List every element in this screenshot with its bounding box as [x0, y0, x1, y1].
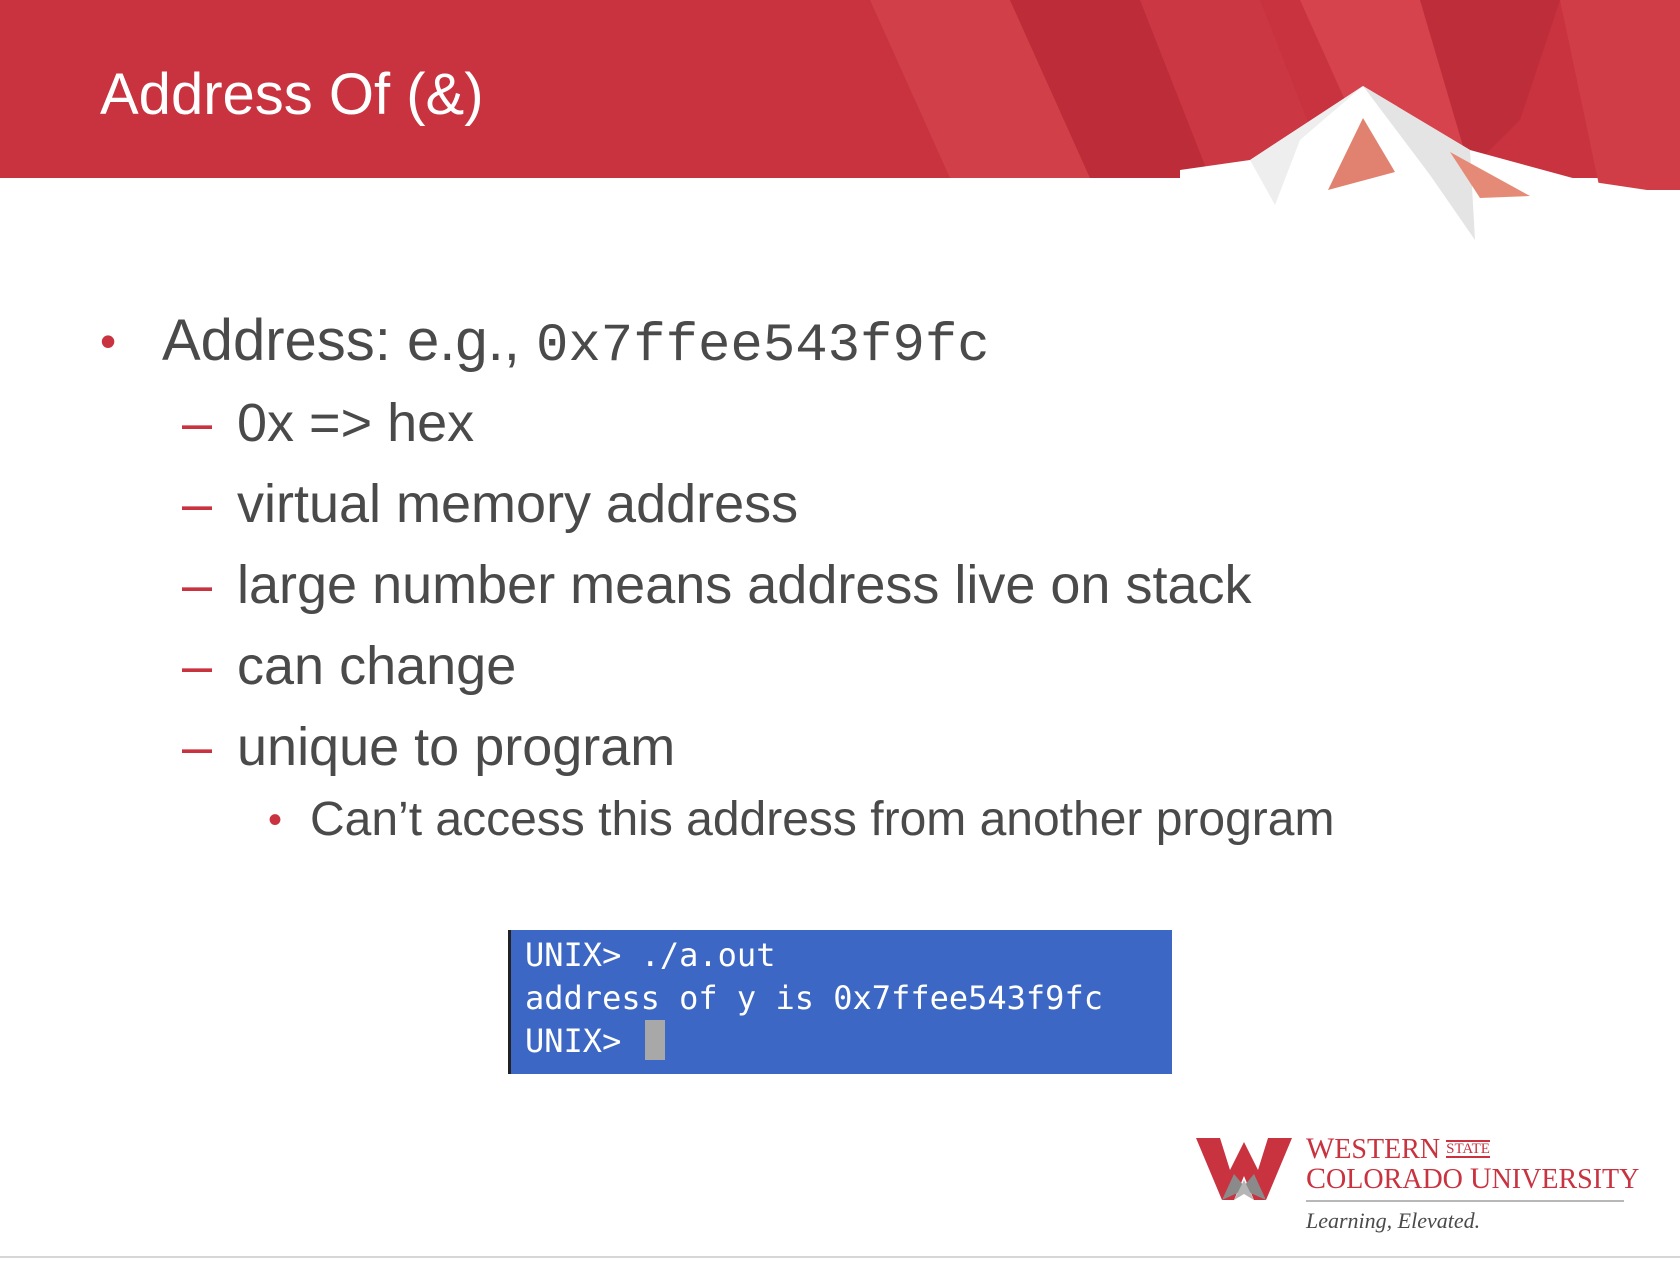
terminal-prompt: UNIX>	[525, 1022, 641, 1060]
sub-bullet-dash: –	[182, 474, 213, 534]
bullet-address-code: 0x7ffee543f9fc	[535, 316, 990, 377]
logo-university-initial: U	[1469, 1162, 1492, 1195]
sub-bullet-text: virtual memory address	[237, 474, 799, 534]
logo-western-initial: W	[1306, 1132, 1335, 1165]
mountain-banner-graphic	[0, 0, 1680, 260]
mountain-w-logo-icon	[1196, 1138, 1292, 1200]
sub-bullet-text: can change	[237, 636, 517, 696]
logo-colorado-initial: C	[1306, 1162, 1327, 1195]
logo-colorado-rest: OLORADO	[1326, 1164, 1470, 1195]
logo-divider	[1306, 1200, 1624, 1202]
bullet-address-label: Address: e.g.,	[162, 308, 536, 373]
sub-bullet-text: unique to program	[237, 717, 676, 777]
sub-bullet-dash: –	[182, 717, 213, 777]
logo-university-rest: NIVERSITY	[1491, 1164, 1640, 1195]
slide-title: Address Of (&)	[100, 62, 484, 127]
logo-western-rest: ESTERN	[1334, 1134, 1441, 1165]
sub-bullet-dash: –	[182, 555, 213, 615]
terminal-cursor	[644, 1020, 665, 1060]
terminal-line: address of y is 0x7ffee543f9fc	[525, 979, 1103, 1017]
sub-bullet-dash: –	[182, 636, 213, 696]
terminal-line: UNIX> ./a.out	[525, 936, 776, 974]
sub-bullet-dash: –	[182, 393, 213, 453]
header-banner: Address Of (&)	[0, 0, 1680, 260]
footer-divider	[0, 1256, 1680, 1258]
bullet-dot: •	[100, 315, 117, 367]
logo-tagline: Learning, Elevated.	[1306, 1208, 1481, 1233]
sub-bullet-text: 0x => hex	[237, 393, 475, 453]
terminal-prompt-line: UNIX>	[525, 1020, 1172, 1063]
sub-bullet-text: large number means address live on stack	[237, 555, 1252, 615]
university-logo: WESTERN STATE COLORADO UNIVERSITY Learnin…	[1196, 1132, 1639, 1244]
bullet-dot: •	[268, 798, 283, 842]
sub-sub-bullet-text: Can’t access this address from another p…	[310, 793, 1335, 846]
terminal-output: UNIX> ./a.out address of y is 0x7ffee543…	[508, 930, 1172, 1074]
logo-state: STATE	[1446, 1140, 1490, 1158]
